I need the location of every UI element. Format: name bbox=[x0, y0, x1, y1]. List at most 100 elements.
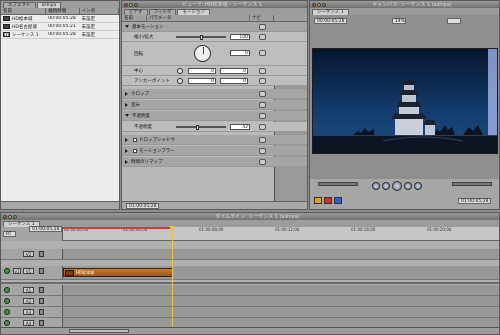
section-crop[interactable]: クロップ bbox=[122, 89, 307, 99]
keyframe-button[interactable] bbox=[259, 124, 266, 130]
lock-icon[interactable] bbox=[39, 251, 44, 257]
column-name[interactable]: 名前 bbox=[1, 8, 47, 14]
close-icon[interactable] bbox=[3, 214, 7, 219]
next-edit-icon[interactable] bbox=[414, 182, 422, 190]
minimize-icon[interactable] bbox=[129, 2, 133, 7]
zoom-icon[interactable] bbox=[13, 214, 17, 219]
keyframe-button[interactable] bbox=[259, 34, 266, 40]
section-distort[interactable]: 歪み bbox=[122, 100, 307, 110]
keyframe-button[interactable] bbox=[259, 50, 266, 56]
minimize-icon[interactable] bbox=[317, 2, 321, 7]
jog-slider[interactable] bbox=[452, 182, 492, 186]
center-y-field[interactable]: 0 bbox=[220, 68, 248, 74]
disclosure-closed-icon[interactable] bbox=[125, 91, 128, 96]
playhead-marker-icon[interactable] bbox=[169, 226, 175, 231]
minimize-icon[interactable] bbox=[8, 214, 12, 219]
section-motion-blur[interactable]: モーションブラー bbox=[122, 146, 307, 156]
close-icon[interactable] bbox=[124, 2, 128, 7]
track-content[interactable] bbox=[63, 307, 499, 317]
opacity-slider[interactable] bbox=[176, 124, 226, 130]
disclosure-closed-icon[interactable] bbox=[125, 159, 128, 164]
timeline-timecode[interactable]: 01:00:05;28 bbox=[29, 226, 63, 232]
drop-shadow-checkbox[interactable] bbox=[133, 137, 137, 142]
reset-button[interactable] bbox=[259, 102, 266, 108]
column-in[interactable]: イン点 bbox=[80, 8, 119, 14]
replace-edit-button[interactable] bbox=[334, 197, 342, 204]
playhead[interactable] bbox=[172, 227, 173, 329]
center-x-field[interactable]: 0 bbox=[188, 68, 216, 74]
overwrite-edit-button[interactable] bbox=[324, 197, 332, 204]
lock-icon[interactable] bbox=[39, 298, 44, 304]
rt-popup[interactable]: RT bbox=[3, 231, 16, 237]
disclosure-closed-icon[interactable] bbox=[125, 102, 128, 107]
browser-scrollbar[interactable] bbox=[1, 201, 119, 209]
list-item[interactable]: シーケンス 1 00:00:05:28 未設定 bbox=[1, 31, 119, 39]
canvas-duration[interactable]: 00:00:05;28 bbox=[314, 18, 348, 24]
canvas-video[interactable] bbox=[312, 48, 498, 154]
crosshair-icon[interactable] bbox=[177, 68, 183, 74]
track-content[interactable] bbox=[63, 296, 499, 306]
reset-button[interactable] bbox=[259, 24, 266, 30]
track-audible-icon[interactable] bbox=[4, 287, 10, 293]
disclosure-closed-icon[interactable] bbox=[125, 137, 128, 142]
track-label[interactable]: A3 bbox=[23, 309, 34, 315]
disclosure-open-icon[interactable] bbox=[125, 114, 129, 117]
track-label[interactable]: V1 bbox=[23, 268, 34, 274]
column-duration[interactable]: 継続時間 bbox=[46, 8, 80, 14]
track-content[interactable]: HD松本城 bbox=[63, 266, 499, 279]
close-icon[interactable] bbox=[312, 2, 316, 7]
lock-icon[interactable] bbox=[39, 320, 44, 326]
zoom-slider[interactable] bbox=[69, 329, 129, 333]
canvas-timecode[interactable]: 01:00:05;28 bbox=[458, 198, 492, 204]
reset-button[interactable] bbox=[259, 91, 266, 97]
insert-edit-button[interactable] bbox=[314, 197, 322, 204]
shuttle-slider[interactable] bbox=[318, 182, 358, 186]
zoom-popup[interactable]: 14% bbox=[392, 18, 406, 24]
source-patch[interactable]: v1 bbox=[13, 268, 21, 274]
lock-icon[interactable] bbox=[39, 287, 44, 293]
keyframe-button[interactable] bbox=[259, 78, 266, 84]
scale-slider[interactable] bbox=[176, 34, 226, 40]
section-drop-shadow[interactable]: ドロップシャドウ bbox=[122, 135, 307, 145]
track-audible-icon[interactable] bbox=[4, 309, 10, 315]
play-icon[interactable] bbox=[392, 181, 402, 191]
track-label[interactable]: A1 bbox=[23, 287, 34, 293]
list-item[interactable]: HD名古屋城 00:00:05:21 未設定 bbox=[1, 23, 119, 31]
track-content[interactable] bbox=[63, 285, 499, 295]
opacity-field[interactable]: 42 bbox=[230, 124, 250, 130]
lock-icon[interactable] bbox=[39, 268, 44, 274]
reset-button[interactable] bbox=[259, 148, 266, 154]
video-clip[interactable]: HD松本城 bbox=[63, 268, 173, 277]
motion-blur-checkbox[interactable] bbox=[133, 148, 137, 153]
lock-icon[interactable] bbox=[39, 309, 44, 315]
opacity-slider-knob[interactable] bbox=[195, 124, 199, 130]
reset-button[interactable] bbox=[259, 113, 266, 119]
disclosure-closed-icon[interactable] bbox=[125, 148, 128, 153]
track-audible-icon[interactable] bbox=[4, 298, 10, 304]
rotation-field[interactable]: 0 bbox=[230, 50, 250, 56]
timeline-ruler[interactable]: 01:00:00;00 01:00:04;00 01:00:08;00 01:0… bbox=[63, 227, 499, 241]
play-in-to-out-icon[interactable] bbox=[382, 182, 390, 190]
section-basic-motion[interactable]: 基本モーション bbox=[122, 22, 307, 32]
view-popup[interactable] bbox=[447, 18, 461, 24]
canvas-titlebar[interactable]: キャンバス: シーケンス 1 (ashiya) bbox=[310, 1, 499, 8]
anchor-x-field[interactable]: 0 bbox=[188, 78, 216, 84]
disclosure-open-icon[interactable] bbox=[125, 25, 129, 28]
viewer-titlebar[interactable]: ビューア: HD松本城 - シーケンス 1 bbox=[122, 1, 307, 8]
reset-button[interactable] bbox=[259, 137, 266, 143]
anchor-y-field[interactable]: 0 bbox=[220, 78, 248, 84]
list-item[interactable]: HD松本城 00:00:05:28 未設定 bbox=[1, 15, 119, 23]
timeline-titlebar[interactable]: タイムライン: シーケンス 1 (ashiya) bbox=[1, 213, 499, 220]
scale-field[interactable]: 100 bbox=[230, 34, 250, 40]
scale-slider-knob[interactable] bbox=[199, 34, 203, 40]
previous-edit-icon[interactable] bbox=[372, 182, 380, 190]
zoom-icon[interactable] bbox=[134, 2, 138, 7]
crosshair-icon[interactable] bbox=[177, 78, 183, 84]
section-opacity[interactable]: 不透明度 bbox=[122, 111, 307, 121]
viewer-timecode[interactable]: 01:00:05;28 bbox=[126, 203, 160, 209]
rotation-dial[interactable] bbox=[194, 45, 211, 62]
keyframe-button[interactable] bbox=[259, 68, 266, 74]
track-label[interactable]: A4 bbox=[23, 320, 34, 326]
section-time-remap[interactable]: 時間のリマップ bbox=[122, 157, 307, 167]
track-content[interactable] bbox=[63, 249, 499, 259]
